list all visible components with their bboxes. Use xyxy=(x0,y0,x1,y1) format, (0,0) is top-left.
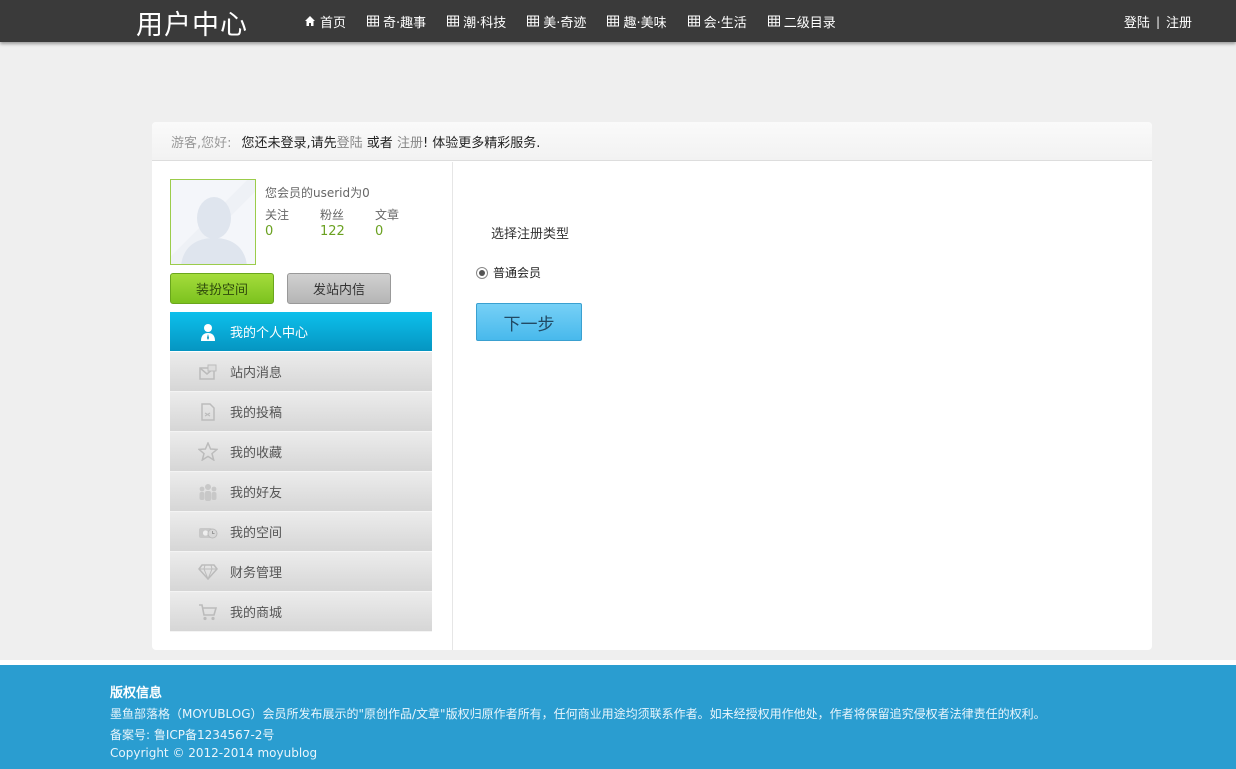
nav-item-label: 美·奇迹 xyxy=(543,15,587,31)
grid-icon xyxy=(607,15,620,27)
decorate-space-button[interactable]: 装扮空间 xyxy=(170,273,274,304)
register-type-title: 选择注册类型 xyxy=(491,227,570,242)
auth-separator: | xyxy=(1155,14,1160,29)
nav-item-meiqiji[interactable]: 美·奇迹 xyxy=(527,12,586,31)
sidebar-item-label: 站内消息 xyxy=(230,366,283,381)
stat-label: 关注 xyxy=(265,208,290,222)
notice-login-link[interactable]: 登陆 xyxy=(337,132,363,151)
site-logo[interactable]: 用户中心 xyxy=(136,3,248,42)
copyright-notice: 墨鱼部落格（MOYUBLOG）会员所发布展示的"原创作品/文章"版权归原作者所有… xyxy=(110,707,1046,721)
friends-icon xyxy=(198,482,218,502)
nav-item-huishenghuo[interactable]: 会·生活 xyxy=(687,12,747,31)
stat-value: 122 xyxy=(320,224,345,239)
grid-icon xyxy=(367,15,380,27)
guest-notice: 游客,您好: 您还未登录,请先 登陆 或者 注册 ! 体验更多精彩服务. xyxy=(152,122,1152,161)
sidebar-item-label: 我的个人中心 xyxy=(230,326,309,341)
nav-item-label: 奇·趣事 xyxy=(383,15,427,31)
grid-icon xyxy=(767,15,780,27)
auth-links: 登陆 | 注册 xyxy=(1124,12,1192,32)
nav-item-qumeiwei[interactable]: 趣·美味 xyxy=(607,12,667,31)
home-icon xyxy=(305,16,315,26)
sidebar-item-label: 我的空间 xyxy=(230,526,283,541)
nav-item-erjimulu[interactable]: 二级目录 xyxy=(767,12,836,31)
guest-greeting: 游客,您好: xyxy=(171,135,232,151)
nav-item-label: 二级目录 xyxy=(783,15,836,31)
cart-icon xyxy=(198,602,218,622)
message-icon xyxy=(198,362,218,382)
sidebar-item-label: 我的好友 xyxy=(230,486,283,501)
footer-title: 版权信息 xyxy=(110,686,163,701)
stat-fans[interactable]: 粉丝 122 xyxy=(320,206,375,239)
sidebar-item-messages[interactable]: 站内消息 xyxy=(170,352,432,392)
default-avatar-icon xyxy=(171,180,255,264)
notice-register-link[interactable]: 注册 xyxy=(397,132,423,151)
user-icon xyxy=(198,322,218,342)
nav-item-label: 会·生活 xyxy=(703,15,747,31)
document-icon xyxy=(198,402,218,422)
sidebar-item-label: 我的投稿 xyxy=(230,406,283,421)
sidebar-menu: 我的个人中心 站内消息 我的投稿 我的收藏 我的好友 我的空间 财务管理 我的商… xyxy=(170,312,432,632)
member-type-option[interactable]: 普通会员 xyxy=(476,264,541,281)
sidebar-item-friends[interactable]: 我的好友 xyxy=(170,472,432,512)
next-step-button[interactable]: 下一步 xyxy=(476,303,582,341)
star-icon xyxy=(198,442,218,462)
diamond-icon xyxy=(198,562,218,582)
notice-text-before: 您还未登录,请先 xyxy=(241,135,337,151)
grid-icon xyxy=(687,15,700,27)
notice-text-after: ! 体验更多精彩服务. xyxy=(422,135,541,151)
nav-item-chaokeji[interactable]: 潮·科技 xyxy=(447,12,506,31)
register-type-area: 选择注册类型 普通会员 下一步 xyxy=(454,162,1152,650)
sidebar-item-label: 我的收藏 xyxy=(230,446,283,461)
avatar[interactable] xyxy=(170,179,256,265)
sidebar-item-mall[interactable]: 我的商城 xyxy=(170,592,432,632)
register-link[interactable]: 注册 xyxy=(1166,12,1192,31)
sidebar-item-label: 财务管理 xyxy=(230,566,283,581)
notice-text-middle: 或者 xyxy=(362,135,397,151)
grid-icon xyxy=(527,15,540,27)
stat-label: 文章 xyxy=(375,208,400,222)
nav-item-home[interactable]: 首页 xyxy=(304,12,346,31)
member-type-label: 普通会员 xyxy=(493,266,542,280)
stat-articles[interactable]: 文章 0 xyxy=(375,206,430,239)
sidebar-item-finance[interactable]: 财务管理 xyxy=(170,552,432,592)
member-type-radio[interactable] xyxy=(476,266,488,279)
sidebar-item-submissions[interactable]: 我的投稿 xyxy=(170,392,432,432)
grid-icon xyxy=(447,15,460,27)
stat-label: 粉丝 xyxy=(320,208,345,222)
sidebar-item-label: 我的商城 xyxy=(230,606,283,621)
user-id-text: 您会员的userid为0 xyxy=(265,186,370,200)
left-sidebar: 您会员的userid为0 关注 0 粉丝 122 文章 0 装扮空间 发站内信 … xyxy=(152,162,453,650)
nav-item-label: 首页 xyxy=(320,15,347,31)
icp-record: 备案号: 鲁ICP备1234567-2号 xyxy=(110,728,275,742)
nav-item-qiqushi[interactable]: 奇·趣事 xyxy=(367,12,426,31)
main-nav: 首页 奇·趣事 潮·科技 美·奇迹 趣·美味 会·生活 二级目录 xyxy=(304,0,857,42)
sidebar-item-personal-center[interactable]: 我的个人中心 xyxy=(170,312,432,352)
footer: 版权信息 墨鱼部落格（MOYUBLOG）会员所发布展示的"原创作品/文章"版权归… xyxy=(0,660,1236,769)
stat-value: 0 xyxy=(265,224,274,239)
nav-item-label: 趣·美味 xyxy=(623,15,667,31)
space-icon xyxy=(198,522,218,542)
stat-value: 0 xyxy=(375,224,384,239)
send-message-button[interactable]: 发站内信 xyxy=(287,273,391,304)
user-stats: 关注 0 粉丝 122 文章 0 xyxy=(265,206,430,239)
stat-follow[interactable]: 关注 0 xyxy=(265,206,320,239)
top-navbar: 用户中心 首页 奇·趣事 潮·科技 美·奇迹 趣·美味 会·生活 二级目录 登陆… xyxy=(0,0,1236,42)
sidebar-item-space[interactable]: 我的空间 xyxy=(170,512,432,552)
copyright-line: Copyright © 2012-2014 moyublog xyxy=(110,746,318,760)
sidebar-item-favorites[interactable]: 我的收藏 xyxy=(170,432,432,472)
user-center-panel: 游客,您好: 您还未登录,请先 登陆 或者 注册 ! 体验更多精彩服务. 您会员… xyxy=(152,122,1152,650)
login-link[interactable]: 登陆 xyxy=(1124,12,1150,31)
nav-item-label: 潮·科技 xyxy=(463,15,507,31)
